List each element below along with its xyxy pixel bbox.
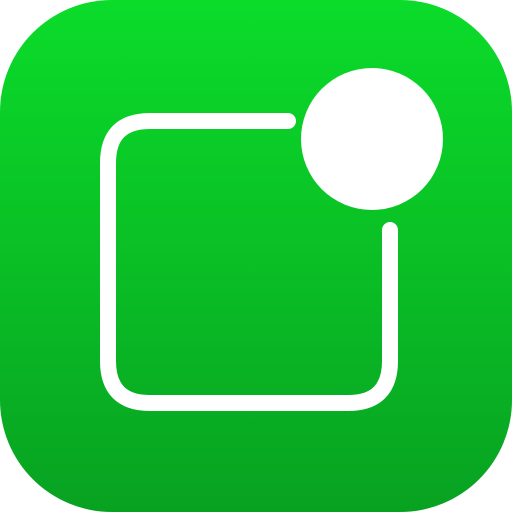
notification-dot [301, 68, 443, 210]
app-icon-stage [0, 0, 512, 512]
notification-badge-icon[interactable] [0, 0, 512, 512]
icon-background [0, 0, 512, 512]
